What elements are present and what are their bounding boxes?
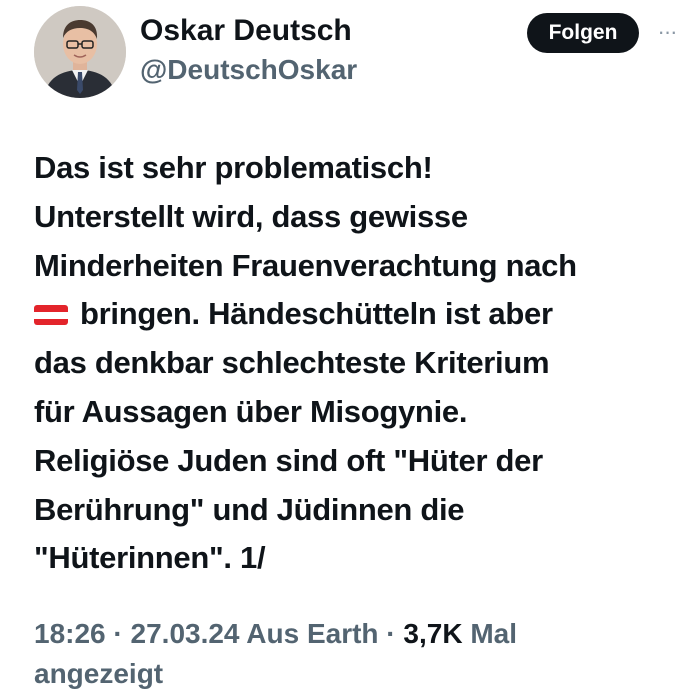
views-count[interactable]: 3,7K bbox=[403, 618, 462, 649]
more-horizontal-icon[interactable]: ··· bbox=[652, 20, 682, 44]
tweet-time[interactable]: 18:26 bbox=[34, 618, 106, 649]
tweet-line: Das ist sehr problematisch! bbox=[34, 150, 433, 185]
avatar-image bbox=[34, 6, 126, 98]
tweet-line: das denkbar schlechteste Kriterium bbox=[34, 345, 550, 381]
author-handle[interactable]: @DeutschOskar bbox=[140, 52, 357, 88]
tweet-location: Aus Earth bbox=[246, 618, 379, 649]
tweet-text: Das ist sehr problematisch! Unterstellt … bbox=[34, 144, 684, 583]
tweet-line: Minderheiten Frauenverachtung nach bbox=[34, 247, 577, 283]
tweet-meta: 18:26 · 27.03.24 Aus Earth · 3,7K Mal an… bbox=[34, 614, 674, 694]
meta-separator: · bbox=[378, 618, 404, 649]
views-label: Mal bbox=[470, 618, 518, 649]
tweet-line: für Aussagen über Misogynie. bbox=[34, 393, 468, 429]
tweet-date[interactable]: 27.03.24 bbox=[131, 618, 240, 649]
follow-button[interactable]: Folgen bbox=[527, 13, 639, 53]
tweet-line: Religiöse Juden sind oft "Hüter der bbox=[34, 442, 543, 478]
tweet-line-text: bringen. Händeschütteln ist aber bbox=[80, 296, 553, 332]
tweet-line: "Hüterinnen". 1/ bbox=[34, 540, 266, 576]
tweet-line: Berührung" und Jüdinnen die bbox=[34, 491, 465, 527]
tweet-line: Unterstellt wird, dass gewisse bbox=[34, 198, 468, 234]
views-label-continued: angezeigt bbox=[34, 658, 164, 689]
tweet-line-with-flag: bringen. Händeschütteln ist aber bbox=[34, 290, 684, 339]
austria-flag-icon bbox=[34, 305, 68, 326]
meta-separator: · bbox=[105, 618, 131, 649]
author-display-name[interactable]: Oskar Deutsch bbox=[140, 13, 352, 49]
avatar[interactable] bbox=[34, 6, 126, 98]
